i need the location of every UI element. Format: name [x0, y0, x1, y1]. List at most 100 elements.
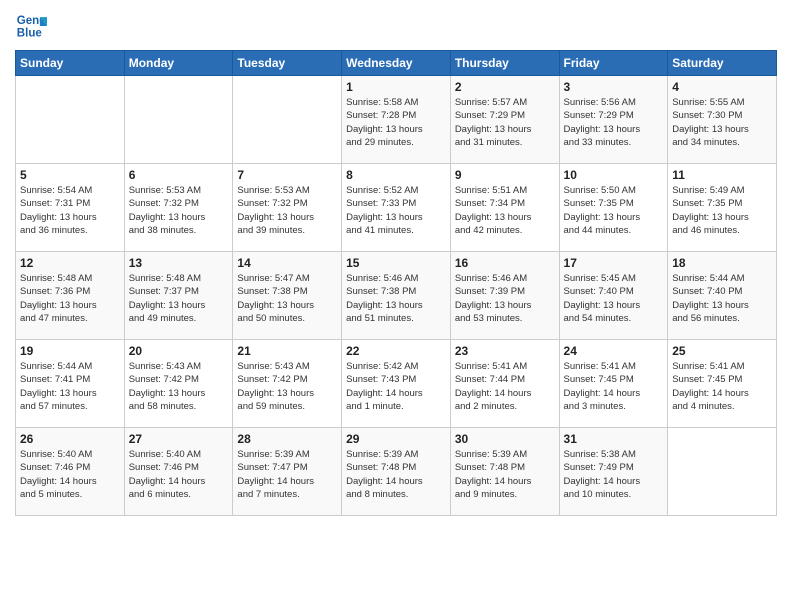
day-number: 22	[346, 344, 446, 358]
day-number: 17	[564, 256, 664, 270]
day-number: 28	[237, 432, 337, 446]
day-info: Sunrise: 5:44 AM Sunset: 7:40 PM Dayligh…	[672, 272, 772, 325]
calendar-cell: 3 Sunrise: 5:56 AM Sunset: 7:29 PM Daylig…	[559, 76, 668, 164]
calendar-cell: 6 Sunrise: 5:53 AM Sunset: 7:32 PM Daylig…	[124, 164, 233, 252]
calendar-week-5: 26 Sunrise: 5:40 AM Sunset: 7:46 PM Dayli…	[16, 428, 777, 516]
day-number: 9	[455, 168, 555, 182]
calendar-cell: 14 Sunrise: 5:47 AM Sunset: 7:38 PM Dayli…	[233, 252, 342, 340]
calendar-cell: 15 Sunrise: 5:46 AM Sunset: 7:38 PM Dayli…	[342, 252, 451, 340]
calendar-cell: 9 Sunrise: 5:51 AM Sunset: 7:34 PM Daylig…	[450, 164, 559, 252]
day-number: 26	[20, 432, 120, 446]
day-info: Sunrise: 5:57 AM Sunset: 7:29 PM Dayligh…	[455, 96, 555, 149]
day-info: Sunrise: 5:51 AM Sunset: 7:34 PM Dayligh…	[455, 184, 555, 237]
day-number: 20	[129, 344, 229, 358]
day-number: 15	[346, 256, 446, 270]
day-info: Sunrise: 5:41 AM Sunset: 7:45 PM Dayligh…	[564, 360, 664, 413]
calendar-cell: 1 Sunrise: 5:58 AM Sunset: 7:28 PM Daylig…	[342, 76, 451, 164]
calendar-cell: 5 Sunrise: 5:54 AM Sunset: 7:31 PM Daylig…	[16, 164, 125, 252]
calendar-cell: 20 Sunrise: 5:43 AM Sunset: 7:42 PM Dayli…	[124, 340, 233, 428]
day-info: Sunrise: 5:45 AM Sunset: 7:40 PM Dayligh…	[564, 272, 664, 325]
day-info: Sunrise: 5:42 AM Sunset: 7:43 PM Dayligh…	[346, 360, 446, 413]
calendar-cell: 22 Sunrise: 5:42 AM Sunset: 7:43 PM Dayli…	[342, 340, 451, 428]
day-number: 1	[346, 80, 446, 94]
day-number: 3	[564, 80, 664, 94]
calendar-week-3: 12 Sunrise: 5:48 AM Sunset: 7:36 PM Dayli…	[16, 252, 777, 340]
day-number: 5	[20, 168, 120, 182]
calendar-cell: 21Sunrise: 5:43 AM Sunset: 7:42 PM Dayli…	[233, 340, 342, 428]
day-info: Sunrise: 5:40 AM Sunset: 7:46 PM Dayligh…	[129, 448, 229, 501]
calendar-cell: 25Sunrise: 5:41 AM Sunset: 7:45 PM Dayli…	[668, 340, 777, 428]
day-info: Sunrise: 5:53 AM Sunset: 7:32 PM Dayligh…	[129, 184, 229, 237]
day-info: Sunrise: 5:44 AM Sunset: 7:41 PM Dayligh…	[20, 360, 120, 413]
calendar-cell: 8 Sunrise: 5:52 AM Sunset: 7:33 PM Daylig…	[342, 164, 451, 252]
day-info: Sunrise: 5:52 AM Sunset: 7:33 PM Dayligh…	[346, 184, 446, 237]
calendar-cell: 10 Sunrise: 5:50 AM Sunset: 7:35 PM Dayli…	[559, 164, 668, 252]
day-info: Sunrise: 5:47 AM Sunset: 7:38 PM Dayligh…	[237, 272, 337, 325]
day-number: 29	[346, 432, 446, 446]
day-info: Sunrise: 5:48 AM Sunset: 7:37 PM Dayligh…	[129, 272, 229, 325]
weekday-header-thursday: Thursday	[450, 51, 559, 76]
calendar-cell: 26 Sunrise: 5:40 AM Sunset: 7:46 PM Dayli…	[16, 428, 125, 516]
day-info: Sunrise: 5:49 AM Sunset: 7:35 PM Dayligh…	[672, 184, 772, 237]
day-number: 16	[455, 256, 555, 270]
day-info: Sunrise: 5:54 AM Sunset: 7:31 PM Dayligh…	[20, 184, 120, 237]
day-info: Sunrise: 5:48 AM Sunset: 7:36 PM Dayligh…	[20, 272, 120, 325]
svg-text:Blue: Blue	[17, 28, 43, 40]
day-number: 11	[672, 168, 772, 182]
day-number: 27	[129, 432, 229, 446]
calendar-cell: 24 Sunrise: 5:41 AM Sunset: 7:45 PM Dayli…	[559, 340, 668, 428]
calendar-table: SundayMondayTuesdayWednesdayThursdayFrid…	[15, 50, 777, 516]
day-info: Sunrise: 5:38 AM Sunset: 7:49 PM Dayligh…	[564, 448, 664, 501]
day-info: Sunrise: 5:55 AM Sunset: 7:30 PM Dayligh…	[672, 96, 772, 149]
day-info: Sunrise: 5:46 AM Sunset: 7:38 PM Dayligh…	[346, 272, 446, 325]
calendar-cell	[124, 76, 233, 164]
logo-icon: General Blue	[15, 10, 47, 42]
day-number: 2	[455, 80, 555, 94]
calendar-cell: 12 Sunrise: 5:48 AM Sunset: 7:36 PM Dayli…	[16, 252, 125, 340]
day-info: Sunrise: 5:41 AM Sunset: 7:45 PM Dayligh…	[672, 360, 772, 413]
day-number: 18	[672, 256, 772, 270]
day-number: 6	[129, 168, 229, 182]
calendar-cell: 29 Sunrise: 5:39 AM Sunset: 7:48 PM Dayli…	[342, 428, 451, 516]
page-header: General Blue	[15, 10, 777, 42]
logo: General Blue	[15, 10, 47, 42]
day-number: 19	[20, 344, 120, 358]
day-number: 24	[564, 344, 664, 358]
day-number: 10	[564, 168, 664, 182]
calendar-cell: 18 Sunrise: 5:44 AM Sunset: 7:40 PM Dayli…	[668, 252, 777, 340]
day-info: Sunrise: 5:43 AM Sunset: 7:42 PM Dayligh…	[237, 360, 337, 413]
calendar-cell: 27 Sunrise: 5:40 AM Sunset: 7:46 PM Dayli…	[124, 428, 233, 516]
weekday-header-friday: Friday	[559, 51, 668, 76]
calendar-week-2: 5 Sunrise: 5:54 AM Sunset: 7:31 PM Daylig…	[16, 164, 777, 252]
calendar-cell: 17 Sunrise: 5:45 AM Sunset: 7:40 PM Dayli…	[559, 252, 668, 340]
calendar-cell	[233, 76, 342, 164]
calendar-cell: 23Sunrise: 5:41 AM Sunset: 7:44 PM Dayli…	[450, 340, 559, 428]
day-number: 30	[455, 432, 555, 446]
day-info: Sunrise: 5:40 AM Sunset: 7:46 PM Dayligh…	[20, 448, 120, 501]
calendar-cell: 31 Sunrise: 5:38 AM Sunset: 7:49 PM Dayli…	[559, 428, 668, 516]
calendar-week-1: 1 Sunrise: 5:58 AM Sunset: 7:28 PM Daylig…	[16, 76, 777, 164]
day-info: Sunrise: 5:43 AM Sunset: 7:42 PM Dayligh…	[129, 360, 229, 413]
day-number: 7	[237, 168, 337, 182]
calendar-cell: 19 Sunrise: 5:44 AM Sunset: 7:41 PM Dayli…	[16, 340, 125, 428]
weekday-header-tuesday: Tuesday	[233, 51, 342, 76]
day-number: 8	[346, 168, 446, 182]
day-info: Sunrise: 5:41 AM Sunset: 7:44 PM Dayligh…	[455, 360, 555, 413]
day-info: Sunrise: 5:50 AM Sunset: 7:35 PM Dayligh…	[564, 184, 664, 237]
calendar-cell: 4Sunrise: 5:55 AM Sunset: 7:30 PM Daylig…	[668, 76, 777, 164]
day-number: 13	[129, 256, 229, 270]
day-number: 14	[237, 256, 337, 270]
calendar-week-4: 19 Sunrise: 5:44 AM Sunset: 7:41 PM Dayli…	[16, 340, 777, 428]
day-info: Sunrise: 5:56 AM Sunset: 7:29 PM Dayligh…	[564, 96, 664, 149]
day-info: Sunrise: 5:39 AM Sunset: 7:48 PM Dayligh…	[346, 448, 446, 501]
day-info: Sunrise: 5:58 AM Sunset: 7:28 PM Dayligh…	[346, 96, 446, 149]
weekday-header-saturday: Saturday	[668, 51, 777, 76]
day-number: 12	[20, 256, 120, 270]
weekday-header-wednesday: Wednesday	[342, 51, 451, 76]
calendar-cell: 11 Sunrise: 5:49 AM Sunset: 7:35 PM Dayli…	[668, 164, 777, 252]
calendar-cell: 13 Sunrise: 5:48 AM Sunset: 7:37 PM Dayli…	[124, 252, 233, 340]
weekday-header-sunday: Sunday	[16, 51, 125, 76]
day-info: Sunrise: 5:46 AM Sunset: 7:39 PM Dayligh…	[455, 272, 555, 325]
calendar-cell	[668, 428, 777, 516]
day-number: 31	[564, 432, 664, 446]
